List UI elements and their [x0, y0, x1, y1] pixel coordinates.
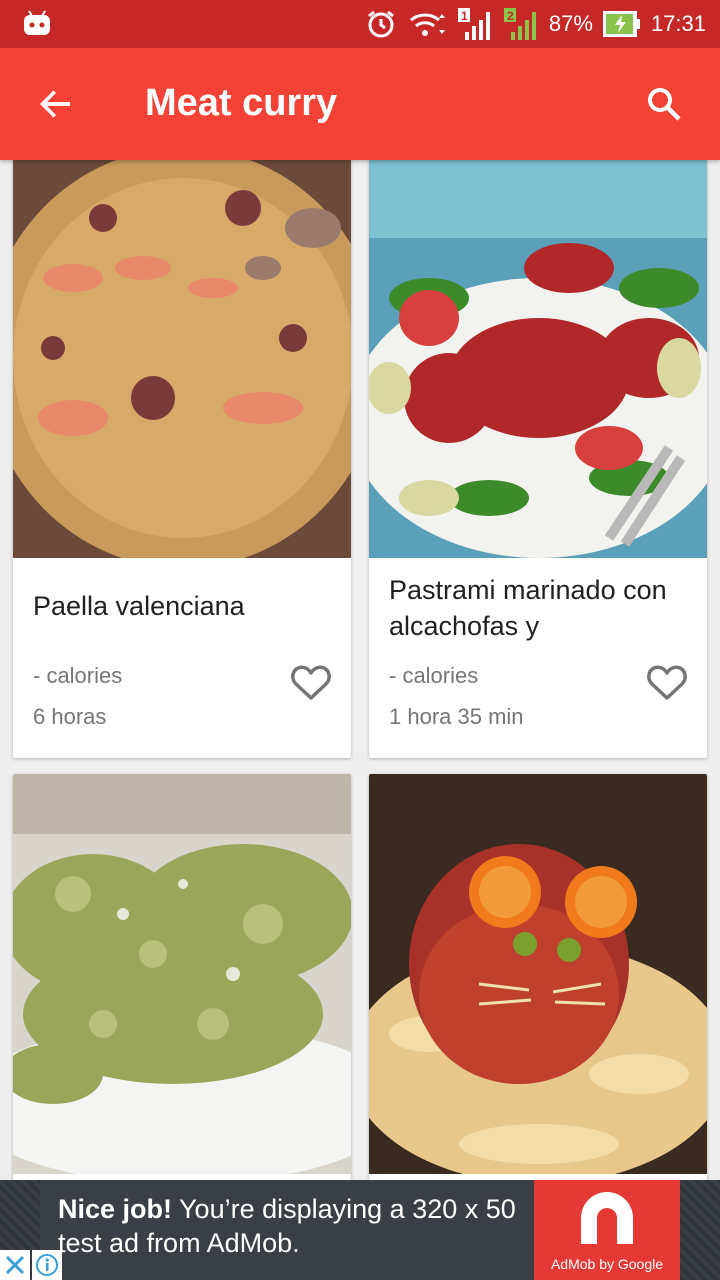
close-icon: [5, 1255, 25, 1275]
admob-logo-icon: [581, 1192, 633, 1244]
ad-headline: Nice job!: [58, 1194, 173, 1224]
search-icon: [648, 88, 681, 121]
signal-icon: 1: [457, 6, 493, 42]
recipe-card[interactable]: [369, 774, 707, 1180]
ad-stripes-right: [680, 1180, 720, 1280]
ad-brand: AdMob by Google: [550, 1256, 664, 1272]
paella-photo: [13, 160, 351, 568]
status-bar: 1 2 87% 17:31: [0, 0, 720, 48]
ad-close-button[interactable]: [0, 1250, 30, 1280]
recipe-time: 1 hora 35 min: [389, 704, 524, 729]
svg-text:1: 1: [461, 9, 468, 23]
signal-sim2-icon: 2: [503, 6, 539, 42]
alarm-icon: [365, 8, 397, 40]
battery-percent: 87%: [548, 11, 593, 36]
recipe-calories: - calories: [389, 663, 479, 688]
android-notification-icon: [22, 9, 52, 44]
green-scrambled-dish-photo: [13, 774, 351, 1180]
heart-outline-icon: [291, 665, 331, 700]
recipe-grid: Paella valenciana - calories 6 horas Pas…: [0, 160, 720, 1180]
pastrami-salad-photo: [369, 160, 707, 558]
clock: 17:31: [650, 11, 706, 36]
ad-text: Nice job! You’re displaying a 320 x 50 t…: [58, 1192, 528, 1260]
svg-text:2: 2: [507, 9, 514, 23]
info-icon: [36, 1254, 58, 1276]
admob-logo-box: AdMob by Google: [534, 1180, 680, 1280]
app-bar: Meat curry: [0, 48, 720, 160]
recipe-calories: - calories: [33, 663, 123, 688]
wifi-icon: [407, 8, 447, 40]
battery-charging-icon: [602, 10, 641, 38]
recipe-title: Pastrami marinado con alcachofas y: [389, 575, 667, 641]
favorite-button[interactable]: [289, 660, 333, 704]
recipe-card[interactable]: Paella valenciana - calories 6 horas: [13, 160, 351, 758]
recipe-card[interactable]: [13, 774, 351, 1180]
favorite-button[interactable]: [645, 660, 689, 704]
heart-outline-icon: [647, 665, 687, 700]
back-button[interactable]: [28, 76, 84, 132]
recipe-card[interactable]: Pastrami marinado con alcachofas y - cal…: [369, 160, 707, 758]
ad-info-button[interactable]: [32, 1250, 62, 1280]
arrow-back-icon: [40, 90, 70, 118]
recipe-title: Paella valenciana: [33, 591, 245, 621]
page-title: Meat curry: [145, 82, 338, 124]
meatloaf-mouse-on-rice-photo: [369, 774, 707, 1180]
recipe-time: 6 horas: [33, 704, 107, 729]
search-button[interactable]: [636, 76, 692, 132]
ad-banner[interactable]: Nice job! You’re displaying a 320 x 50 t…: [0, 1180, 720, 1280]
